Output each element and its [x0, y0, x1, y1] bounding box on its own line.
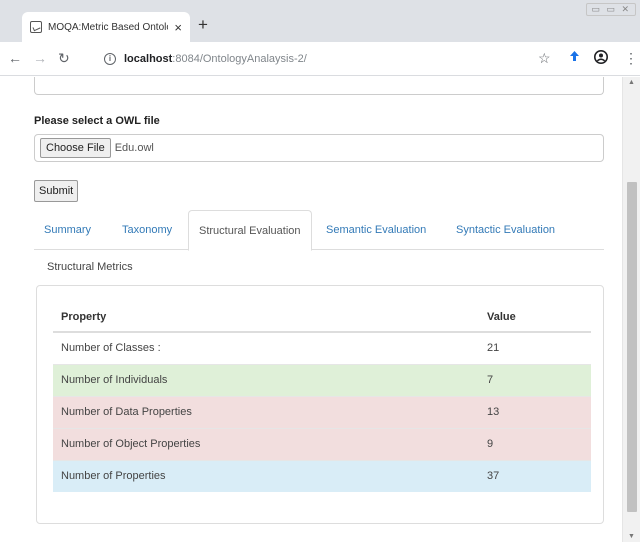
window-controls-icon[interactable]: ▭ ▭ ✕	[586, 3, 636, 16]
evaluation-tabs: Summary Taxonomy Structural Evaluation S…	[34, 210, 604, 251]
scrollbar-thumb[interactable]	[627, 182, 637, 512]
page-favicon-icon	[30, 21, 42, 33]
page-content: Please select a OWL file Choose File Edu…	[0, 77, 622, 542]
structural-metrics-table: Property Value Number of Classes : 21 Nu…	[53, 302, 591, 492]
back-arrow-icon[interactable]: ←	[8, 50, 22, 66]
tab-taxonomy[interactable]: Taxonomy	[112, 210, 182, 250]
column-header-property: Property	[53, 302, 479, 333]
submit-button[interactable]: Submit	[34, 180, 79, 202]
tab-structural-evaluation[interactable]: Structural Evaluation	[188, 210, 312, 251]
value-cell: 7	[479, 363, 591, 396]
extension-icon-shape	[570, 51, 579, 61]
value-cell: 13	[479, 395, 591, 428]
tab-syntactic-evaluation[interactable]: Syntactic Evaluation	[446, 210, 565, 250]
scroll-down-arrow-icon[interactable]: ▼	[628, 533, 635, 540]
kebab-menu-icon[interactable]: ⋮	[624, 50, 638, 67]
structural-metrics-heading: Structural Metrics	[47, 261, 133, 273]
property-cell: Number of Classes :	[53, 331, 479, 364]
property-cell: Number of Object Properties	[53, 427, 479, 460]
table-row: Number of Individuals 7	[53, 363, 591, 396]
owl-file-input[interactable]: Choose File Edu.owl	[34, 134, 604, 162]
browser-toolbar: ← → ↻ i localhost:8084/OntologyAnalaysis…	[0, 42, 640, 76]
url-text: localhost:8084/OntologyAnalaysis-2/	[124, 53, 307, 65]
account-icon[interactable]	[594, 50, 608, 67]
extension-icon[interactable]	[568, 50, 581, 66]
new-tab-icon[interactable]: +	[198, 15, 208, 35]
property-cell: Number of Properties	[53, 459, 479, 492]
browser-tab-title: MOQA:Metric Based Ontology Q	[48, 21, 168, 33]
table-row: Number of Classes : 21	[53, 331, 591, 364]
tab-semantic-evaluation[interactable]: Semantic Evaluation	[316, 210, 436, 250]
page-scrollbar[interactable]: ▲ ▼	[622, 77, 640, 542]
column-header-value: Value	[479, 302, 591, 333]
bookmark-star-icon[interactable]: ☆	[538, 50, 551, 67]
scroll-up-arrow-icon[interactable]: ▲	[628, 79, 635, 86]
selected-file-name: Edu.owl	[114, 142, 154, 154]
value-cell: 37	[479, 459, 591, 492]
value-cell: 9	[479, 427, 591, 460]
table-row: Number of Data Properties 13	[53, 395, 591, 428]
property-cell: Number of Individuals	[53, 363, 479, 396]
table-row: Number of Properties 37	[53, 459, 591, 492]
property-cell: Number of Data Properties	[53, 395, 479, 428]
browser-tab[interactable]: MOQA:Metric Based Ontology Q ×	[22, 12, 190, 42]
table-header-row: Property Value	[53, 302, 591, 333]
address-bar[interactable]: i localhost:8084/OntologyAnalaysis-2/	[104, 47, 524, 71]
url-path: :8084/OntologyAnalaysis-2/	[172, 53, 307, 65]
browser-tab-strip: MOQA:Metric Based Ontology Q × + ▭ ▭ ✕	[0, 0, 640, 42]
metrics-panel: Property Value Number of Classes : 21 Nu…	[36, 285, 604, 524]
reload-icon[interactable]: ↻	[58, 50, 70, 67]
owl-file-label: Please select a OWL file	[34, 115, 160, 127]
previous-input-box	[34, 77, 604, 95]
account-icon-shape	[594, 50, 608, 64]
choose-file-button[interactable]: Choose File	[40, 138, 111, 158]
site-info-icon[interactable]: i	[104, 53, 116, 65]
tab-summary[interactable]: Summary	[34, 210, 101, 250]
tab-close-icon[interactable]: ×	[174, 20, 182, 35]
url-host: localhost	[124, 53, 173, 65]
table-row: Number of Object Properties 9	[53, 427, 591, 460]
value-cell: 21	[479, 331, 591, 364]
forward-arrow-icon[interactable]: →	[33, 50, 47, 66]
